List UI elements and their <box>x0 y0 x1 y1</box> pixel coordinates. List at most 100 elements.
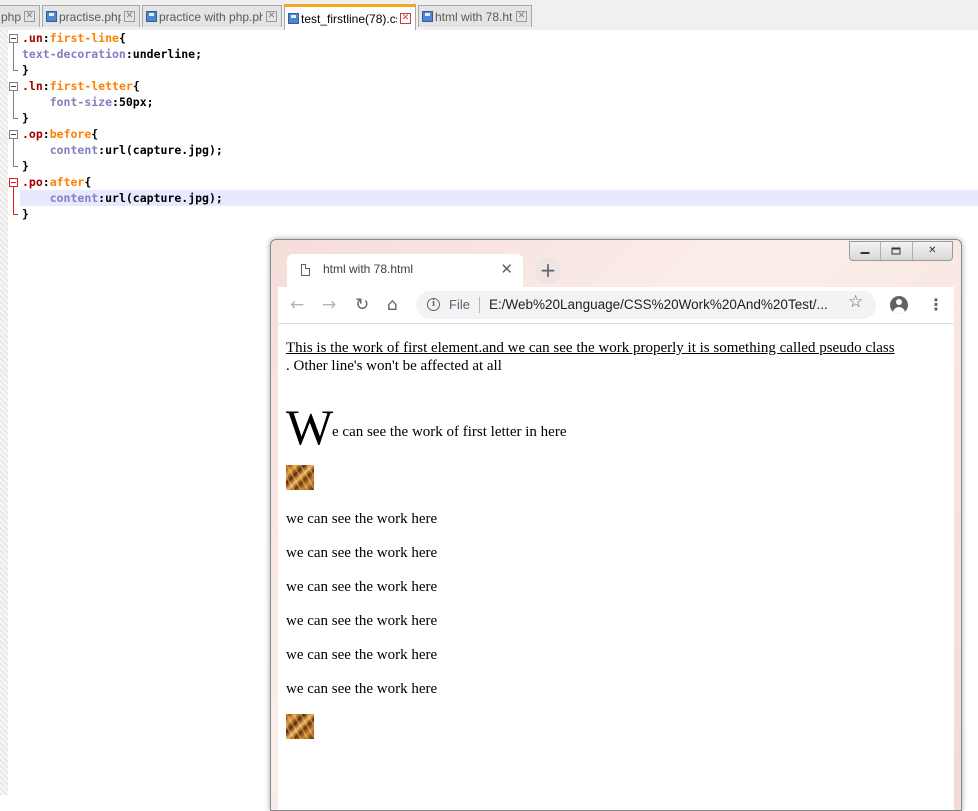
editor-tab-html-with-78[interactable]: html with 78.html ✕ <box>418 5 532 27</box>
fold-margin[interactable] <box>8 30 20 795</box>
browser-toolbar: ← → ↻ ⌂ i File E:/Web%20Language/CSS%20W… <box>278 287 954 324</box>
floppy-disk-icon <box>146 11 157 22</box>
fold-end <box>13 118 18 119</box>
code-line[interactable]: } <box>22 206 29 222</box>
close-tab-icon[interactable]: ✕ <box>266 11 277 22</box>
profile-avatar-icon[interactable] <box>890 296 908 314</box>
fold-end <box>13 166 18 167</box>
colon: : <box>125 47 133 61</box>
page-viewport: This is the work of first element.and we… <box>278 324 954 810</box>
code-line[interactable]: } <box>22 158 29 174</box>
reload-icon[interactable]: ↻ <box>355 295 369 315</box>
editor-tab-test-firstline-css[interactable]: test_firstline(78).css ✕ <box>284 4 416 30</box>
work-text-line: we can see the work here <box>286 681 438 697</box>
work-text-line: we can see the work here <box>286 579 438 595</box>
code-line[interactable]: .un:first-line{ <box>22 30 126 46</box>
window-controls: ✕ <box>849 241 953 261</box>
bookmark-star-icon[interactable]: ☆ <box>848 293 863 311</box>
tab-label: practise.php <box>59 9 121 24</box>
fold-toggle-icon[interactable] <box>9 34 18 43</box>
bookmark-margin[interactable] <box>0 30 8 795</box>
fold-end <box>13 214 18 215</box>
minimize-icon <box>860 252 870 254</box>
close-tab-icon[interactable]: ✕ <box>400 13 411 24</box>
tab-label: test_firstline(78).css <box>301 11 397 26</box>
brace: { <box>132 79 140 93</box>
before-capture-image <box>286 465 314 490</box>
close-window-button[interactable]: ✕ <box>913 242 952 260</box>
new-tab-button[interactable]: + <box>535 258 561 284</box>
pseudo-class: first-letter <box>49 79 133 93</box>
first-letter-drop: W <box>286 399 334 455</box>
css-selector: .un <box>22 31 43 45</box>
fold-toggle-icon[interactable] <box>9 130 18 139</box>
fold-line <box>13 139 14 166</box>
close-tab-icon[interactable]: ✕ <box>124 11 135 22</box>
editor-tab-practice-with-php[interactable]: practice with php.php ✕ <box>142 5 282 27</box>
work-text-line: we can see the work here <box>286 647 438 663</box>
code-line[interactable]: .po:after{ <box>22 174 91 190</box>
info-icon[interactable]: i <box>427 298 440 311</box>
address-separator <box>479 297 480 313</box>
browser-tab-title: html with 78.html <box>323 262 414 276</box>
css-property: text-decoration <box>22 47 126 61</box>
restore-icon <box>891 247 901 255</box>
browser-window: ✕ html with 78.html ✕ + ← → ↻ ⌂ i File E… <box>270 239 962 811</box>
css-value: url(capture.jpg); <box>105 143 223 157</box>
fold-toggle-icon[interactable] <box>9 82 18 91</box>
code-line[interactable]: .ln:first-letter{ <box>22 78 140 94</box>
editor-tab-practise[interactable]: practise.php ✕ <box>42 5 140 27</box>
css-value: underline; <box>132 47 203 61</box>
back-arrow-icon[interactable]: ← <box>290 295 304 315</box>
code-line[interactable]: content:url(capture.jpg); <box>22 142 223 158</box>
tab-label: html with 78.html <box>435 9 513 24</box>
brace: { <box>84 175 92 189</box>
colon: : <box>42 175 50 189</box>
fold-end <box>13 70 18 71</box>
menu-dots-icon[interactable]: ⋮ <box>928 295 944 315</box>
current-code-line[interactable]: content:url(capture.jpg); <box>20 190 978 206</box>
fold-line <box>13 187 14 214</box>
close-tab-icon[interactable]: ✕ <box>516 11 527 22</box>
browser-tab[interactable]: html with 78.html ✕ <box>287 254 523 287</box>
address-bar[interactable]: i File E:/Web%20Language/CSS%20Work%20An… <box>416 291 876 319</box>
pseudo-class: before <box>49 127 92 141</box>
brace: { <box>118 31 126 45</box>
css-property: font-size <box>49 95 113 109</box>
colon: : <box>42 31 50 45</box>
css-value: 50px; <box>118 95 154 109</box>
code-line[interactable]: } <box>22 62 29 78</box>
after-capture-image <box>286 714 314 739</box>
fold-line <box>13 91 14 118</box>
code-line[interactable]: text-decoration:underline; <box>22 46 202 62</box>
code-line[interactable]: .op:before{ <box>22 126 98 142</box>
code-line[interactable]: } <box>22 110 29 126</box>
home-icon[interactable]: ⌂ <box>387 295 398 315</box>
tab-label: t.php <box>0 9 21 24</box>
colon: : <box>112 95 119 109</box>
fold-toggle-icon[interactable] <box>9 178 18 187</box>
close-tab-icon[interactable]: ✕ <box>500 261 513 277</box>
url-scheme-label: File <box>449 297 470 312</box>
colon: : <box>42 127 50 141</box>
pseudo-class: first-line <box>49 31 119 45</box>
minimize-button[interactable] <box>850 242 882 260</box>
restore-button[interactable] <box>881 242 913 260</box>
css-value: url(capture.jpg); <box>105 191 223 205</box>
editor-tab-php-file[interactable]: t.php ✕ <box>0 5 40 27</box>
brace: { <box>91 127 99 141</box>
css-property: content <box>49 191 99 205</box>
forward-arrow-icon[interactable]: → <box>322 295 336 315</box>
editor-tab-strip: t.php ✕ practise.php ✕ practice with php… <box>0 0 978 31</box>
close-tab-icon[interactable]: ✕ <box>24 11 35 22</box>
url-text[interactable]: E:/Web%20Language/CSS%20Work%20And%20Tes… <box>489 297 828 312</box>
css-selector: .po <box>22 175 43 189</box>
close-icon: ✕ <box>928 245 937 256</box>
colon: : <box>42 79 50 93</box>
first-line-underlined-text: This is the work of first element.and we… <box>286 340 895 356</box>
tab-label: practice with php.php <box>159 9 263 24</box>
code-line[interactable]: font-size:50px; <box>22 94 154 110</box>
